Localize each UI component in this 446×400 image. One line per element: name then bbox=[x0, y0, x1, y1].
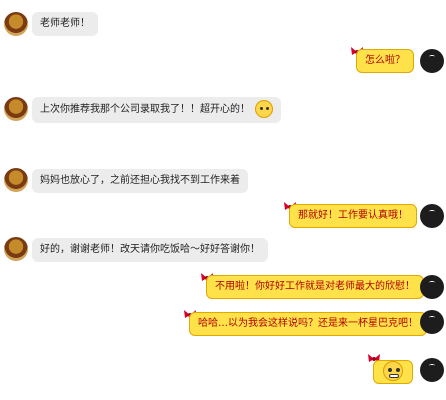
avatar-teacher-left[interactable] bbox=[4, 168, 28, 192]
message-text: 怎么啦？ bbox=[365, 55, 405, 66]
avatar-user-right[interactable] bbox=[420, 275, 444, 299]
message-bubble[interactable]: 老师老师！ bbox=[32, 12, 98, 36]
message-text: 那就好！工作要认真哦！ bbox=[298, 210, 408, 221]
message-text: 老师老师！ bbox=[40, 18, 90, 29]
message-bubble[interactable]: 好的，谢谢老师！改天请你吃饭哈～好好答谢你！ bbox=[32, 238, 268, 262]
message-bubble[interactable] bbox=[373, 360, 413, 384]
message-text: 妈妈也放心了，之前还担心我找不到工作来着 bbox=[40, 175, 240, 186]
avatar-user-right[interactable] bbox=[420, 204, 444, 228]
message-text: 上次你推荐我那个公司录取我了！！超开心的！ bbox=[40, 104, 250, 115]
message-bubble[interactable]: 妈妈也放心了，之前还担心我找不到工作来着 bbox=[32, 169, 248, 193]
message-text: 不用啦！你好好工作就是对老师最大的欣慰！ bbox=[215, 281, 415, 292]
avatar-user-right[interactable] bbox=[420, 49, 444, 73]
message-bubble[interactable]: 哈哈…以为我会这样说吗？还是来一杯星巴克吧！ bbox=[189, 312, 427, 336]
avatar-teacher-left[interactable] bbox=[4, 237, 28, 261]
message-bubble[interactable]: 那就好！工作要认真哦！ bbox=[289, 204, 417, 228]
message-bubble[interactable]: 不用啦！你好好工作就是对老师最大的欣慰！ bbox=[206, 275, 424, 299]
avatar-user-right[interactable] bbox=[420, 310, 444, 334]
avatar-teacher-left[interactable] bbox=[4, 12, 28, 36]
big-emoji-icon bbox=[383, 361, 403, 381]
avatar-teacher-left[interactable] bbox=[4, 97, 28, 121]
grin-emoji-icon bbox=[255, 100, 274, 118]
chat-thread: 老师老师！ 怎么啦？ 上次你推荐我那个公司录取我了！！超开心的！ 妈妈也放心了，… bbox=[0, 0, 446, 400]
message-text: 好的，谢谢老师！改天请你吃饭哈～好好答谢你！ bbox=[40, 244, 260, 255]
message-bubble[interactable]: 怎么啦？ bbox=[356, 49, 414, 73]
avatar-user-right[interactable] bbox=[420, 358, 444, 382]
message-bubble[interactable]: 上次你推荐我那个公司录取我了！！超开心的！ bbox=[32, 97, 282, 123]
message-text: 哈哈…以为我会这样说吗？还是来一杯星巴克吧！ bbox=[198, 318, 418, 329]
